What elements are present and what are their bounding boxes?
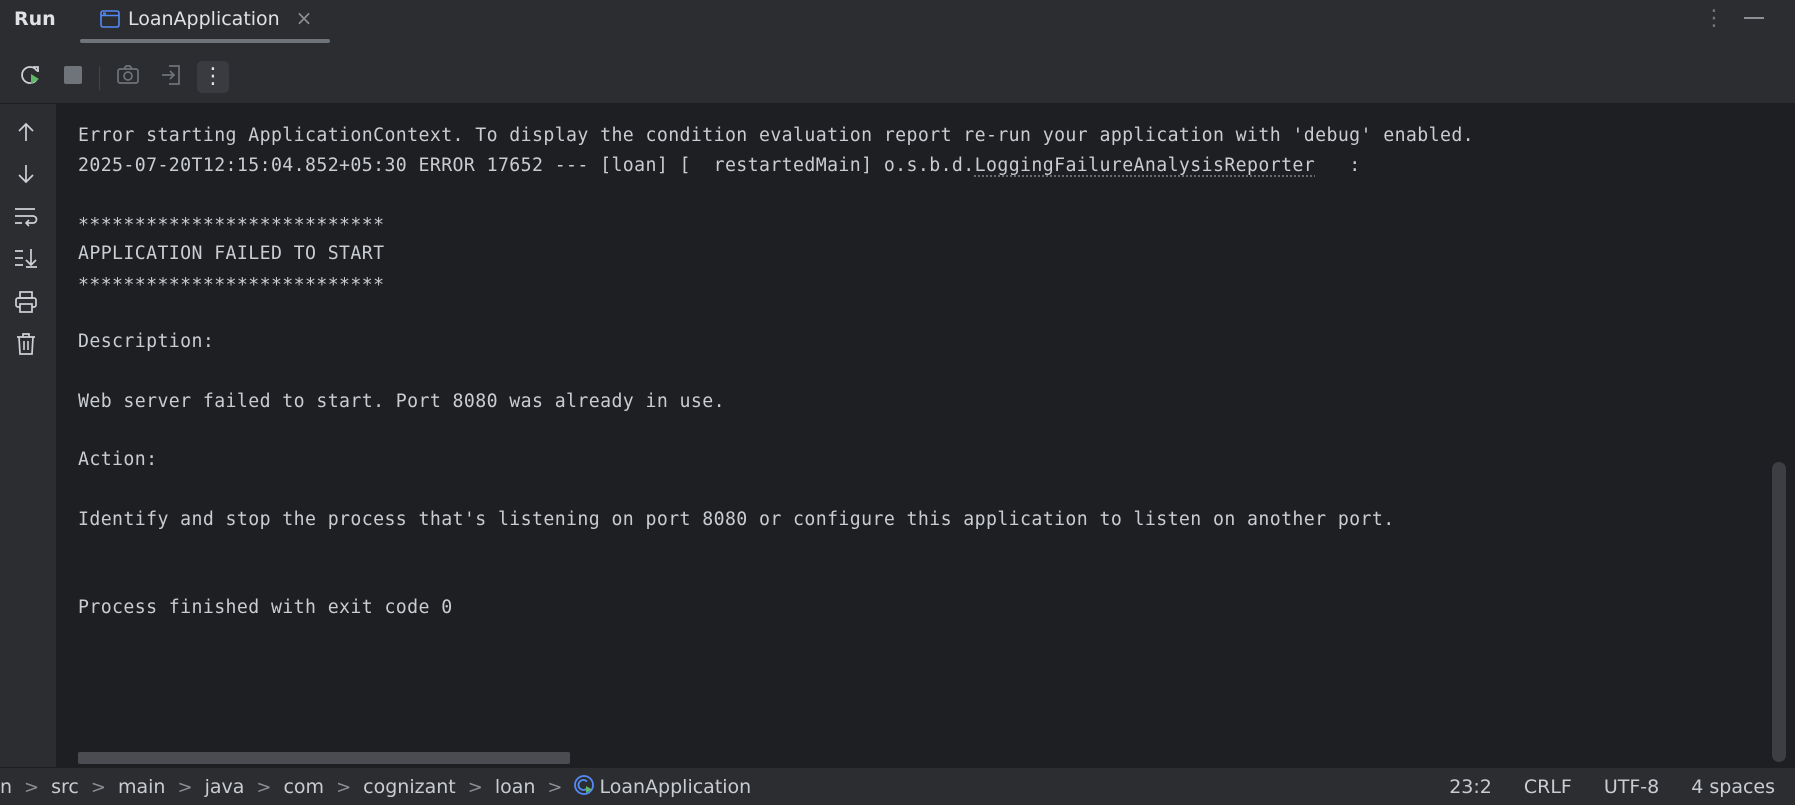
line-separator[interactable]: CRLF bbox=[1524, 776, 1572, 798]
log-prefix: 2025-07-20T12:15:04.852+05:30 ERROR 1765… bbox=[78, 155, 975, 176]
chevron-right-icon: > bbox=[468, 777, 483, 798]
scroll-to-end-button[interactable] bbox=[10, 244, 42, 276]
stop-button[interactable] bbox=[57, 61, 89, 93]
application-window-icon bbox=[100, 10, 120, 28]
breadcrumb-item-current[interactable]: LoanApplication bbox=[563, 774, 752, 801]
console-line: Action: bbox=[78, 449, 157, 470]
console-line: Description: bbox=[78, 331, 214, 352]
screenshot-button[interactable] bbox=[112, 61, 144, 93]
console-line: Error starting ApplicationContext. To di… bbox=[78, 125, 1474, 146]
breadcrumb-item[interactable]: com bbox=[271, 776, 336, 798]
print-button[interactable] bbox=[10, 288, 42, 320]
soft-wrap-button[interactable] bbox=[10, 202, 42, 234]
toolbar-separator bbox=[99, 66, 100, 90]
status-bar: n > src > main > java > com > cognizant … bbox=[0, 767, 1795, 805]
console-line: 2025-07-20T12:15:04.852+05:30 ERROR 1765… bbox=[78, 155, 1361, 176]
breadcrumb-item[interactable]: main bbox=[106, 776, 177, 798]
clear-all-button[interactable] bbox=[10, 330, 42, 362]
down-button[interactable] bbox=[10, 160, 42, 192]
console-line: Web server failed to start. Port 8080 wa… bbox=[78, 391, 725, 412]
console-line: *************************** bbox=[78, 215, 384, 236]
breadcrumb-item[interactable]: n bbox=[0, 776, 24, 798]
vertical-scrollbar[interactable] bbox=[1772, 462, 1786, 762]
chevron-right-icon: > bbox=[336, 777, 351, 798]
active-tab-indicator bbox=[80, 39, 330, 43]
close-icon[interactable]: × bbox=[294, 6, 314, 30]
camera-icon bbox=[116, 64, 140, 90]
caret-position[interactable]: 23:2 bbox=[1449, 776, 1492, 798]
chevron-right-icon: > bbox=[256, 777, 271, 798]
breadcrumb-item[interactable]: loan bbox=[483, 776, 548, 798]
chevron-right-icon: > bbox=[91, 777, 106, 798]
console-line: APPLICATION FAILED TO START bbox=[78, 243, 384, 264]
status-widgets: 23:2 CRLF UTF-8 4 spaces bbox=[1417, 768, 1775, 805]
chevron-right-icon: > bbox=[547, 777, 562, 798]
breadcrumb-item[interactable]: cognizant bbox=[351, 776, 468, 798]
minimize-icon[interactable] bbox=[1744, 17, 1764, 19]
logger-class-link[interactable]: LoggingFailureAnalysisReporter bbox=[975, 155, 1316, 176]
chevron-right-icon: > bbox=[24, 777, 39, 798]
breadcrumb: n > src > main > java > com > cognizant … bbox=[0, 768, 751, 805]
tab-label: LoanApplication bbox=[128, 8, 280, 30]
scroll-to-end-icon bbox=[13, 247, 39, 273]
up-button[interactable] bbox=[10, 118, 42, 150]
chevron-right-icon: > bbox=[177, 777, 192, 798]
rerun-icon bbox=[19, 63, 43, 91]
breadcrumb-item[interactable]: java bbox=[193, 776, 257, 798]
breadcrumb-item[interactable]: src bbox=[39, 776, 91, 798]
console-side-toolbar bbox=[0, 104, 56, 767]
rerun-button[interactable] bbox=[15, 61, 47, 93]
trash-icon bbox=[15, 332, 37, 360]
breadcrumb-label: LoanApplication bbox=[600, 776, 752, 798]
horizontal-scrollbar[interactable] bbox=[78, 752, 570, 764]
print-icon bbox=[14, 291, 38, 317]
run-toolbar: ⋮ bbox=[0, 52, 1795, 104]
console-line: Identify and stop the process that's lis… bbox=[78, 509, 1395, 530]
tool-window-header: Run LoanApplication × ⋮ bbox=[0, 0, 1795, 52]
exit-button[interactable] bbox=[155, 61, 187, 93]
soft-wrap-icon bbox=[13, 205, 39, 231]
options-menu-button[interactable]: ⋮ bbox=[1703, 4, 1721, 34]
tool-window-title: Run bbox=[14, 8, 56, 30]
arrow-down-icon bbox=[15, 163, 37, 189]
stop-icon bbox=[63, 65, 83, 89]
spring-class-icon bbox=[573, 774, 600, 801]
exit-icon bbox=[159, 63, 183, 91]
log-suffix: : bbox=[1315, 155, 1360, 176]
file-encoding[interactable]: UTF-8 bbox=[1604, 776, 1659, 798]
indent-settings[interactable]: 4 spaces bbox=[1691, 776, 1775, 798]
console-output[interactable]: Error starting ApplicationContext. To di… bbox=[56, 104, 1795, 767]
more-vertical-icon: ⋮ bbox=[202, 61, 224, 93]
console-line: *************************** bbox=[78, 275, 384, 296]
more-actions-button[interactable]: ⋮ bbox=[197, 61, 229, 93]
tab-loan-application[interactable]: LoanApplication × bbox=[80, 0, 330, 52]
console-line: Process finished with exit code 0 bbox=[78, 597, 453, 618]
arrow-up-icon bbox=[15, 121, 37, 147]
